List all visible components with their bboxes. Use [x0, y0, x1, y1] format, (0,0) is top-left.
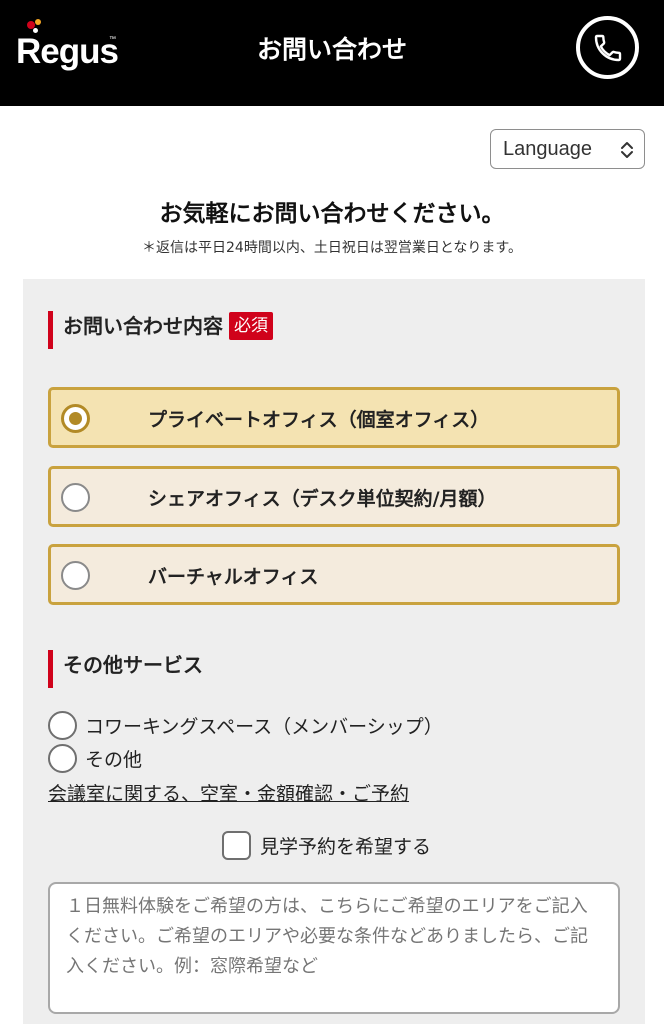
- radio-coworking[interactable]: [48, 711, 77, 740]
- coworking-label: コワーキングスペース（メンバーシップ）: [85, 716, 443, 738]
- logo-dot-orange: [35, 19, 41, 25]
- other-label: その他: [85, 749, 143, 771]
- other-services-label: その他サービス: [63, 653, 203, 677]
- radio-other[interactable]: [48, 744, 77, 773]
- phone-button[interactable]: [576, 16, 639, 79]
- radio-share-office[interactable]: [61, 483, 90, 512]
- page-title: お問い合わせ: [256, 35, 407, 64]
- intro-title: お気軽にお問い合わせください。: [159, 201, 505, 227]
- option-label: シェアオフィス（デスク単位契約/月額）: [148, 488, 497, 510]
- option-private-office[interactable]: プライベートオフィス（個室オフィス）: [48, 387, 620, 448]
- language-label: Language: [503, 138, 592, 160]
- reply-note: ＊返信は平日24時間以内、土日祝日は翌営業日となります。: [142, 240, 522, 256]
- meeting-room-link[interactable]: 会議室に関する、空室・金額確認・ご予約: [48, 779, 409, 806]
- tour-checkbox[interactable]: [222, 831, 251, 860]
- language-select[interactable]: Language: [490, 129, 645, 169]
- required-badge: 必須: [229, 312, 273, 340]
- option-label: プライベートオフィス（個室オフィス）: [148, 409, 490, 431]
- inquiry-heading-label: お問い合わせ内容: [63, 314, 223, 338]
- radio-virtual-office[interactable]: [61, 561, 90, 590]
- chevron-updown-icon: [621, 142, 633, 158]
- message-textarea[interactable]: [48, 882, 620, 1014]
- other-services-heading: その他サービス: [48, 650, 203, 688]
- app-header: Regus ™ お問い合わせ: [0, 0, 664, 106]
- tour-label: 見学予約を希望する: [260, 836, 432, 858]
- phone-icon: [594, 34, 622, 62]
- option-label: バーチャルオフィス: [148, 566, 319, 588]
- option-virtual-office[interactable]: バーチャルオフィス: [48, 544, 620, 605]
- option-share-office[interactable]: シェアオフィス（デスク単位契約/月額）: [48, 466, 620, 527]
- radio-private-office[interactable]: [61, 404, 90, 433]
- inquiry-section-heading: お問い合わせ内容 必須: [48, 311, 273, 349]
